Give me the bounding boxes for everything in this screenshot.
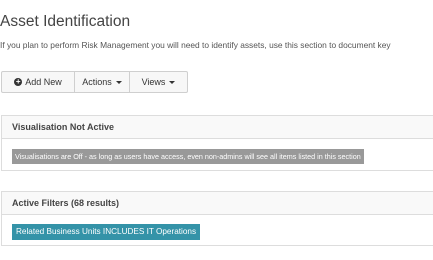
views-dropdown-button[interactable]: Views [129, 71, 188, 93]
toolbar: + Add New Actions Views [1, 71, 188, 93]
plus-circle-icon: + [14, 77, 23, 86]
visualisation-panel-title: Visualisation Not Active [2, 116, 433, 139]
page-title: Asset Identification [0, 13, 131, 30]
caret-down-icon [169, 81, 176, 84]
visualisation-panel: Visualisation Not Active Visualisations … [1, 115, 433, 171]
caret-down-icon [115, 81, 122, 84]
active-filters-panel: Active Filters (68 results) Related Busi… [1, 191, 433, 246]
add-new-button[interactable]: + Add New [1, 71, 75, 93]
filter-badge[interactable]: Related Business Units INCLUDES IT Opera… [12, 224, 201, 240]
actions-dropdown-button[interactable]: Actions [74, 71, 130, 93]
page-description: If you plan to perform Risk Management y… [0, 40, 391, 50]
active-filters-title: Active Filters (68 results) [2, 192, 433, 215]
actions-label: Actions [82, 77, 112, 87]
add-new-label: Add New [25, 77, 62, 87]
views-label: Views [141, 77, 166, 87]
visualisation-status-badge: Visualisations are Off - as long as user… [12, 149, 364, 164]
